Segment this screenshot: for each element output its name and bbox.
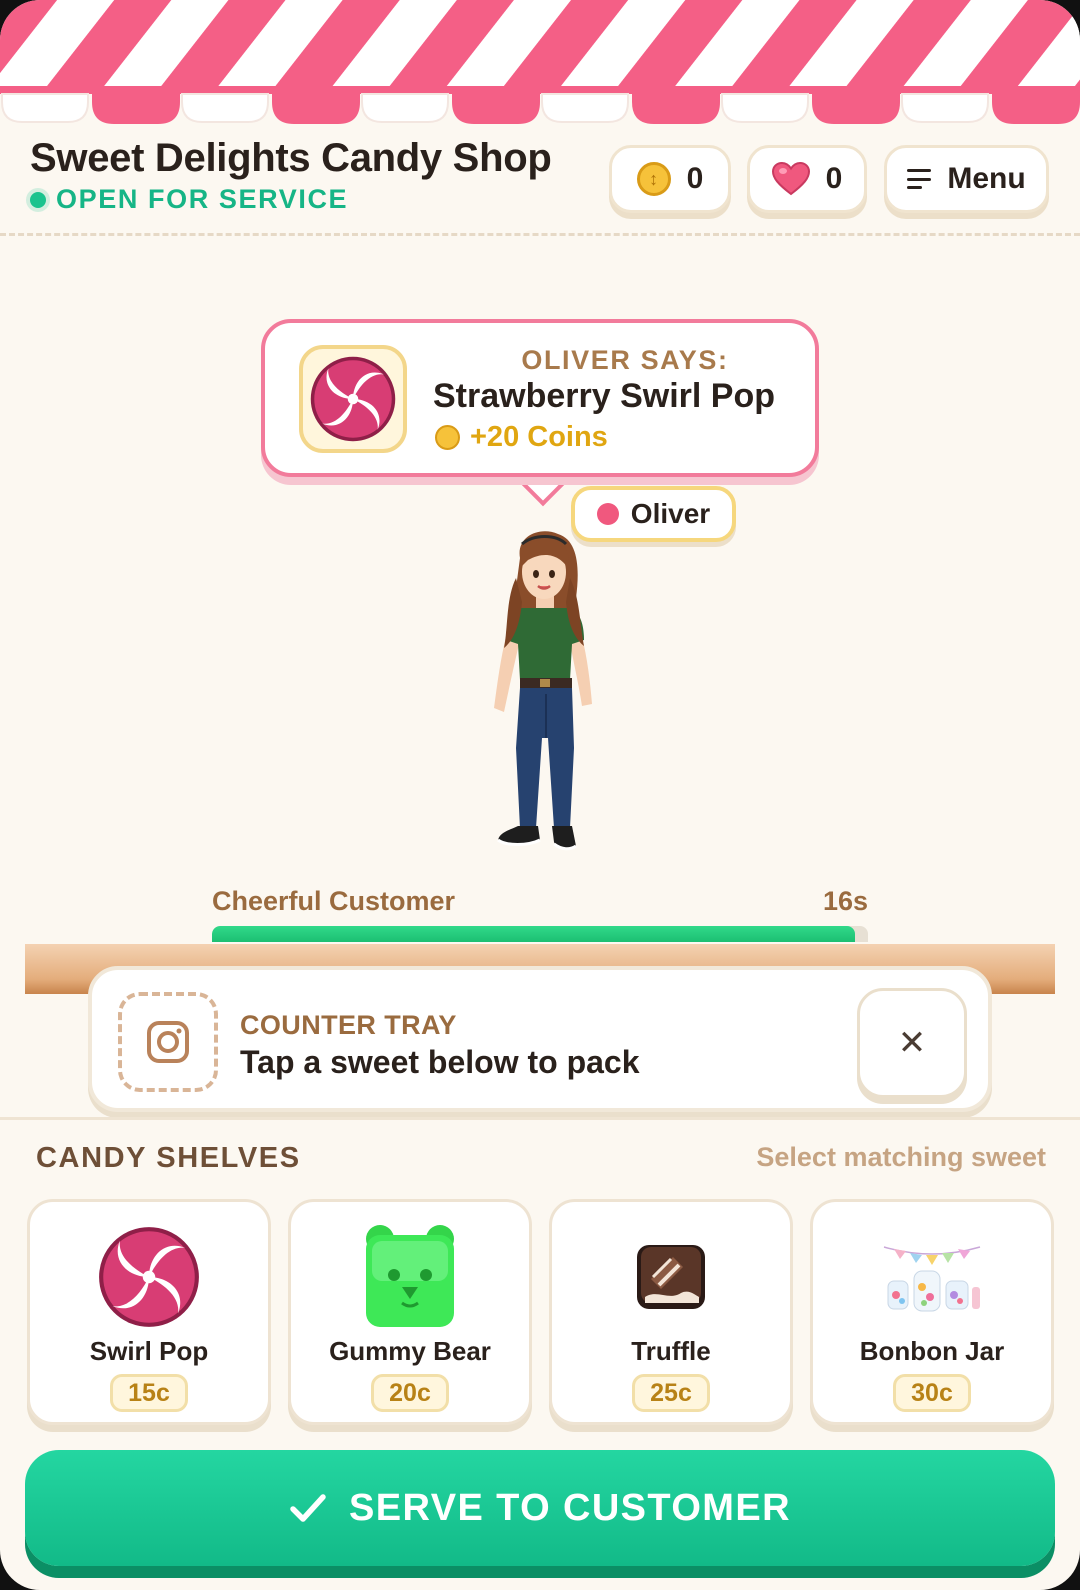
tray-hint: Tap a sweet below to pack bbox=[240, 1044, 640, 1080]
shelf-item-label: Gummy Bear bbox=[329, 1336, 491, 1366]
patience-timer: 16s bbox=[822, 886, 868, 916]
coins-counter: ↕ 0 bbox=[609, 145, 731, 213]
shelf-item-gummy-bear[interactable]: Gummy Bear 20c bbox=[288, 1199, 532, 1425]
order-reward-label: +20 Coins bbox=[470, 421, 608, 453]
coins-value: 0 bbox=[686, 162, 704, 195]
serve-button-label: SERVE TO CUSTOMER bbox=[349, 1486, 791, 1529]
shop-status: OPEN FOR SERVICE bbox=[30, 184, 348, 215]
shop-title: Sweet Delights Candy Shop bbox=[30, 136, 552, 180]
counter-tray: COUNTER TRAY Tap a sweet below to pack ✕ bbox=[88, 966, 992, 1112]
gummy-bear-icon bbox=[366, 1225, 454, 1327]
status-dot-icon bbox=[30, 191, 46, 208]
customer-mood-label: Cheerful Customer bbox=[212, 886, 456, 916]
shelf-item-art bbox=[552, 1222, 790, 1332]
order-item-name: Strawberry Swirl Pop bbox=[433, 377, 775, 415]
shelf-item-art bbox=[30, 1222, 268, 1332]
shelf-item-label: Truffle bbox=[631, 1336, 711, 1366]
order-reward: +20 Coins bbox=[435, 421, 608, 454]
shelf-item-label: Bonbon Jar bbox=[859, 1336, 1005, 1366]
customer-name: Oliver bbox=[630, 498, 711, 529]
shelf-item-label: Swirl Pop bbox=[89, 1336, 209, 1366]
game-screen: Sweet Delights Candy Shop OPEN FOR SERVI… bbox=[0, 0, 1080, 1590]
menu-button[interactable]: Menu bbox=[884, 145, 1049, 213]
customer-indicator-dot bbox=[596, 503, 619, 525]
order-speech-bubble: OLIVER SAYS: Strawberry Swirl Pop +20 Co… bbox=[261, 319, 819, 477]
shelf-item-art bbox=[291, 1222, 529, 1332]
clear-tray-button[interactable]: ✕ bbox=[857, 988, 967, 1098]
shelf-item-art bbox=[813, 1222, 1051, 1332]
swirl-lollipop-icon bbox=[99, 1227, 199, 1327]
shelf-item-bonbon-jar[interactable]: Bonbon Jar 30c bbox=[810, 1199, 1054, 1425]
customer-character[interactable] bbox=[480, 528, 610, 878]
shelves-title: CANDY SHELVES bbox=[36, 1142, 301, 1174]
shelf-item-truffle[interactable]: Truffle 25c bbox=[549, 1199, 793, 1425]
hamburger-icon bbox=[907, 169, 933, 189]
shelf-item-swirl-pop[interactable]: Swirl Pop 15c bbox=[27, 1199, 271, 1425]
patience-bar-fill bbox=[212, 926, 855, 942]
bonbon-jar-icon bbox=[883, 1246, 981, 1312]
coin-icon bbox=[435, 425, 460, 450]
tray-title: COUNTER TRAY bbox=[240, 1010, 457, 1040]
shelves-hint: Select matching sweet bbox=[756, 1142, 1046, 1172]
shelf-item-price: 25c bbox=[632, 1374, 710, 1412]
tray-slot[interactable] bbox=[118, 992, 218, 1092]
truffle-icon bbox=[637, 1245, 705, 1309]
serve-to-customer-button[interactable]: SERVE TO CUSTOMER bbox=[25, 1450, 1055, 1566]
hearts-value: 0 bbox=[825, 162, 843, 195]
empty-slot-icon bbox=[147, 1021, 189, 1063]
shelf-item-price: 20c bbox=[371, 1374, 449, 1412]
heart-icon bbox=[771, 162, 810, 196]
speaker-line: OLIVER SAYS: bbox=[521, 345, 729, 375]
hearts-counter: 0 bbox=[747, 145, 867, 213]
patience-bar bbox=[212, 926, 868, 942]
shelf-item-price: 30c bbox=[893, 1374, 971, 1412]
close-icon: ✕ bbox=[897, 1024, 927, 1062]
shop-awning bbox=[0, 0, 1080, 124]
shelf-item-price: 15c bbox=[110, 1374, 188, 1412]
header-divider bbox=[0, 233, 1080, 236]
menu-button-label: Menu bbox=[947, 162, 1026, 195]
shop-status-label: OPEN FOR SERVICE bbox=[56, 184, 349, 214]
shelves-divider bbox=[0, 1117, 1080, 1120]
coin-icon: ↕ bbox=[636, 162, 671, 196]
check-icon bbox=[290, 1494, 326, 1522]
